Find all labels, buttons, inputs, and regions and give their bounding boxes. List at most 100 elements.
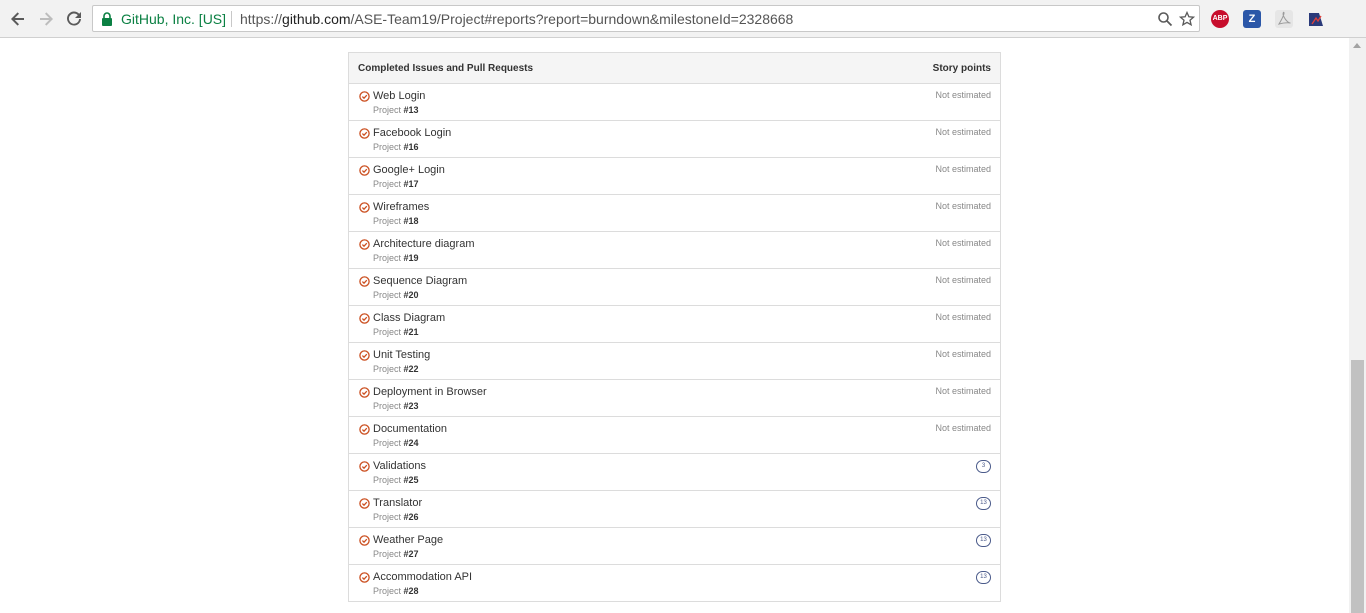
issue-number[interactable]: #26	[404, 512, 419, 522]
issue-meta: Project #26	[373, 512, 419, 522]
issue-repo[interactable]: Project	[373, 142, 401, 152]
issue-number[interactable]: #17	[404, 179, 419, 189]
issue-repo[interactable]: Project	[373, 586, 401, 596]
issue-title-link[interactable]: Translator	[373, 497, 422, 509]
table-header: Completed Issues and Pull Requests Story…	[349, 53, 1000, 84]
issue-title-link[interactable]: Class Diagram	[373, 312, 445, 324]
issue-title-link[interactable]: Web Login	[373, 90, 425, 102]
zoom-icon[interactable]	[1157, 11, 1173, 27]
issue-repo[interactable]: Project	[373, 549, 401, 559]
issue-title-link[interactable]: Unit Testing	[373, 349, 430, 361]
closed-issue-icon	[359, 276, 370, 287]
bookmark-star-icon[interactable]	[1179, 11, 1195, 27]
issue-title-link[interactable]: Weather Page	[373, 534, 443, 546]
adblock-plus-icon[interactable]: ABP	[1211, 10, 1229, 28]
issue-title-link[interactable]: Documentation	[373, 423, 447, 435]
closed-issue-icon	[359, 424, 370, 435]
issue-number[interactable]: #22	[404, 364, 419, 374]
issue-row[interactable]: Google+ Login Project #17 Not estimated	[349, 158, 1000, 195]
not-estimated-label: Not estimated	[935, 238, 991, 248]
arrow-right-icon	[40, 12, 53, 26]
story-points-badge: 13	[976, 497, 991, 510]
back-button[interactable]	[8, 9, 28, 29]
issue-repo[interactable]: Project	[373, 364, 401, 374]
closed-issue-icon	[359, 202, 370, 213]
issue-row[interactable]: Deployment in Browser Project #23 Not esti…	[349, 380, 1000, 417]
issue-number[interactable]: #27	[404, 549, 419, 559]
issue-repo[interactable]: Project	[373, 475, 401, 485]
issue-meta: Project #16	[373, 142, 419, 152]
issue-title-link[interactable]: Architecture diagram	[373, 238, 475, 250]
issue-row[interactable]: Web Login Project #13 Not estimated	[349, 84, 1000, 121]
issue-meta: Project #21	[373, 327, 419, 337]
issue-repo[interactable]: Project	[373, 512, 401, 522]
issue-title-link[interactable]: Wireframes	[373, 201, 429, 213]
issue-number[interactable]: #19	[404, 253, 419, 263]
issue-repo[interactable]: Project	[373, 327, 401, 337]
closed-issue-icon	[359, 387, 370, 398]
issue-meta: Project #28	[373, 586, 419, 596]
issue-row[interactable]: Wireframes Project #18 Not estimated	[349, 195, 1000, 232]
issue-row[interactable]: Documentation Project #24 Not estimated	[349, 417, 1000, 454]
scrollbar-thumb[interactable]	[1351, 360, 1364, 613]
issue-repo[interactable]: Project	[373, 290, 401, 300]
scroll-up-icon[interactable]	[1353, 43, 1361, 48]
issue-meta: Project #27	[373, 549, 419, 559]
reload-button[interactable]	[64, 9, 84, 29]
issue-repo[interactable]: Project	[373, 438, 401, 448]
arrow-left-icon	[11, 12, 24, 26]
issue-repo[interactable]: Project	[373, 253, 401, 263]
url-text[interactable]: https://github.com/ASE-Team19/Project#re…	[240, 11, 793, 27]
completed-issues-heading: Completed Issues and Pull Requests	[358, 63, 534, 74]
issue-row[interactable]: Validations Project #25 3	[349, 454, 1000, 491]
issue-number[interactable]: #20	[404, 290, 419, 300]
issue-row[interactable]: Unit Testing Project #22 Not estimated	[349, 343, 1000, 380]
issue-row[interactable]: Facebook Login Project #16 Not estimated	[349, 121, 1000, 158]
extension-icon[interactable]	[1307, 10, 1325, 28]
completed-issues-table: Completed Issues and Pull Requests Story…	[348, 52, 1001, 602]
not-estimated-label: Not estimated	[935, 423, 991, 433]
issue-row[interactable]: Architecture diagram Project #19 Not estim…	[349, 232, 1000, 269]
issue-repo[interactable]: Project	[373, 105, 401, 115]
issue-number[interactable]: #23	[404, 401, 419, 411]
issue-title-link[interactable]: Google+ Login	[373, 164, 445, 176]
issue-number[interactable]: #24	[404, 438, 419, 448]
issue-meta: Project #23	[373, 401, 419, 411]
url-host: github.com	[282, 11, 351, 27]
issue-title-link[interactable]: Accommodation API	[373, 571, 472, 583]
forward-button[interactable]	[36, 9, 56, 29]
issue-number[interactable]: #16	[404, 142, 419, 152]
issue-number[interactable]: #28	[404, 586, 419, 596]
issue-title-link[interactable]: Validations	[373, 460, 426, 472]
issue-meta: Project #17	[373, 179, 419, 189]
issue-row[interactable]: Weather Page Project #27 13	[349, 528, 1000, 565]
issue-row[interactable]: Class Diagram Project #21 Not estimated	[349, 306, 1000, 343]
address-bar[interactable]: GitHub, Inc. [US] https://github.com/ASE…	[92, 5, 1200, 32]
issue-title-link[interactable]: Sequence Diagram	[373, 275, 467, 287]
chart-extension-icon	[1309, 13, 1323, 26]
closed-issue-icon	[359, 535, 370, 546]
issue-repo[interactable]: Project	[373, 179, 401, 189]
story-points-heading: Story points	[932, 63, 991, 74]
issue-title-link[interactable]: Deployment in Browser	[373, 386, 487, 398]
issue-title-link[interactable]: Facebook Login	[373, 127, 451, 139]
issue-number[interactable]: #18	[404, 216, 419, 226]
issue-meta: Project #25	[373, 475, 419, 485]
page-scrollbar[interactable]	[1349, 38, 1366, 613]
issue-row[interactable]: Accommodation API Project #28 13	[349, 565, 1000, 601]
issue-row[interactable]: Translator Project #26 13	[349, 491, 1000, 528]
closed-issue-icon	[359, 498, 370, 509]
issue-repo[interactable]: Project	[373, 401, 401, 411]
issue-row[interactable]: Sequence Diagram Project #20 Not estimated	[349, 269, 1000, 306]
not-estimated-label: Not estimated	[935, 275, 991, 285]
story-points-badge: 3	[976, 460, 991, 473]
site-identity: GitHub, Inc. [US]	[121, 11, 227, 27]
closed-issue-icon	[359, 91, 370, 102]
story-points-badge: 13	[976, 571, 991, 584]
issue-number[interactable]: #25	[404, 475, 419, 485]
issue-number[interactable]: #13	[404, 105, 419, 115]
zotero-icon[interactable]: Z	[1243, 10, 1261, 28]
issue-repo[interactable]: Project	[373, 216, 401, 226]
pdf-icon[interactable]	[1275, 10, 1293, 28]
issue-number[interactable]: #21	[404, 327, 419, 337]
